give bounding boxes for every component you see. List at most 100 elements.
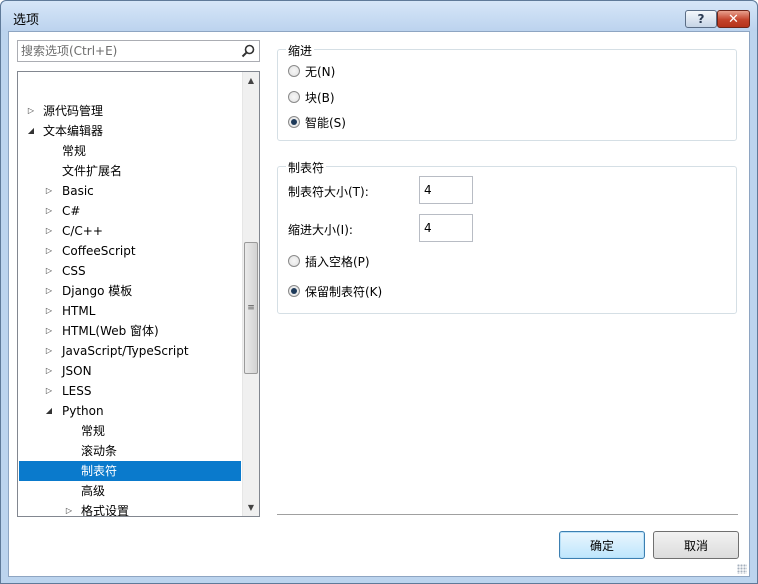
radio-label: 插入空格(P) — [305, 254, 370, 269]
indent-smart-radio[interactable]: 智能(S) — [288, 113, 346, 131]
tree-item[interactable]: 高级 — [19, 481, 241, 501]
indent-group: 缩进 无(N) 块(B) 智能(S) — [277, 42, 737, 141]
tree-item-label: HTML — [62, 304, 96, 318]
radio-button[interactable] — [288, 116, 300, 128]
expanded-arrow-icon[interactable]: ◢ — [43, 401, 55, 421]
tree-item[interactable]: 常规 — [19, 141, 241, 161]
collapsed-arrow-icon[interactable]: ▷ — [43, 281, 55, 301]
collapsed-arrow-icon[interactable]: ▷ — [43, 261, 55, 281]
tree-item[interactable]: 文件扩展名 — [19, 161, 241, 181]
tree-item-label: LESS — [62, 384, 92, 398]
collapsed-arrow-icon[interactable]: ▷ — [43, 321, 55, 341]
tabs-group-title: 制表符 — [286, 159, 327, 176]
collapsed-arrow-icon[interactable]: ▷ — [43, 181, 55, 201]
tree-item[interactable]: ▷ CoffeeScript — [19, 241, 241, 261]
tree-item[interactable]: ▷ C/C++ — [19, 221, 241, 241]
tree-item[interactable]: ▷ HTML — [19, 301, 241, 321]
tree-item[interactable]: ◢ Python — [19, 401, 241, 421]
indent-none-radio[interactable]: 无(N) — [288, 62, 335, 80]
tree-item[interactable]: ▷ 源代码管理 — [19, 101, 241, 121]
collapsed-arrow-icon[interactable]: ▷ — [43, 341, 55, 361]
dialog-body: ▷源代码管理◢文本编辑器常规文件扩展名▷Basic▷C#▷C/C++▷Coffe… — [8, 31, 750, 577]
tree-item-label: 源代码管理 — [43, 104, 104, 118]
radio-label: 保留制表符(K) — [305, 284, 383, 299]
help-button[interactable]: ? — [685, 10, 717, 28]
tree-item-label: C# — [62, 204, 81, 218]
tree-item-label: 格式设置 — [81, 504, 130, 517]
tree-item-label: 滚动条 — [81, 444, 118, 458]
tree-item[interactable]: ▷ C# — [19, 201, 241, 221]
collapsed-arrow-icon[interactable]: ▷ — [43, 381, 55, 401]
tree-item[interactable]: ▷ CSS — [19, 261, 241, 281]
tree-item-label: Django 模板 — [62, 284, 133, 298]
tree-item[interactable]: ▷ 格式设置 — [19, 501, 241, 517]
tree-item-label: 文本编辑器 — [43, 124, 104, 138]
tree-item-label: JavaScript/TypeScript — [62, 344, 189, 358]
tree-item[interactable]: ◢ 文本编辑器 — [19, 121, 241, 141]
tree-item[interactable]: ▷ LESS — [19, 381, 241, 401]
indent-size-input[interactable] — [419, 214, 473, 242]
ok-button[interactable]: 确定 — [559, 531, 645, 559]
tree-item[interactable]: ▷ Django 模板 — [19, 281, 241, 301]
tree-item-label: CoffeeScript — [62, 244, 136, 258]
indent-group-title: 缩进 — [286, 42, 315, 59]
tree-item-label: HTML(Web 窗体) — [62, 324, 159, 338]
collapsed-arrow-icon[interactable]: ▷ — [43, 201, 55, 221]
radio-label: 无(N) — [305, 64, 336, 79]
expanded-arrow-icon[interactable]: ◢ — [25, 121, 37, 141]
tab-size-label: 制表符大小(T): — [288, 185, 369, 199]
indent-block-radio[interactable]: 块(B) — [288, 88, 335, 106]
cancel-button[interactable]: 取消 — [653, 531, 739, 559]
options-dialog: 选项 ? ✕ ▷源代码管理◢文本编辑器常规文件扩展名▷Basic▷C#▷C/C+… — [0, 0, 758, 584]
tree-item[interactable]: ▷ HTML(Web 窗体) — [19, 321, 241, 341]
tree-item-label: 常规 — [81, 424, 106, 438]
scroll-up-arrow-icon[interactable]: ▲ — [243, 72, 259, 89]
title-bar[interactable]: 选项 ? ✕ — [1, 1, 757, 31]
footer-separator — [277, 514, 738, 515]
tree-item[interactable]: ▷ Basic — [19, 181, 241, 201]
insert-spaces-radio[interactable]: 插入空格(P) — [288, 252, 370, 270]
tree-item[interactable]: 常规 — [19, 421, 241, 441]
collapsed-arrow-icon[interactable]: ▷ — [43, 221, 55, 241]
help-icon: ? — [697, 12, 705, 26]
tree-item-label: 常规 — [62, 144, 87, 158]
tree-scrollbar[interactable]: ▲ ≡ ▼ — [242, 72, 259, 516]
keep-tabs-radio[interactable]: 保留制表符(K) — [288, 282, 382, 300]
tree-item-label: Basic — [62, 184, 94, 198]
tree-item[interactable]: 滚动条 — [19, 441, 241, 461]
tree-item-label: 高级 — [81, 484, 106, 498]
radio-label: 智能(S) — [305, 115, 346, 130]
close-button[interactable]: ✕ — [717, 10, 750, 28]
collapsed-arrow-icon[interactable]: ▷ — [43, 301, 55, 321]
radio-button[interactable] — [288, 285, 300, 297]
collapsed-arrow-icon[interactable]: ▷ — [25, 101, 37, 121]
collapsed-arrow-icon[interactable]: ▷ — [63, 501, 75, 516]
tree-item[interactable]: ▷ JavaScript/TypeScript — [19, 341, 241, 361]
scroll-down-arrow-icon[interactable]: ▼ — [243, 499, 259, 516]
resize-grip-icon[interactable] — [737, 564, 747, 574]
tree-item-label: Python — [62, 404, 104, 418]
collapsed-arrow-icon[interactable]: ▷ — [43, 361, 55, 381]
tree-item[interactable]: 制表符 — [19, 461, 241, 481]
tree-item-label: 制表符 — [81, 464, 118, 478]
tab-size-input[interactable] — [419, 176, 473, 204]
search-input[interactable] — [21, 42, 231, 60]
radio-button[interactable] — [288, 255, 300, 267]
tabs-group: 制表符 制表符大小(T): 缩进大小(I): 插入空格(P) 保留制表符(K) — [277, 159, 737, 314]
search-icon[interactable] — [241, 44, 255, 58]
search-box[interactable] — [17, 40, 260, 62]
radio-button[interactable] — [288, 65, 300, 77]
tree-item-label: JSON — [62, 364, 92, 378]
tree-item-label: 文件扩展名 — [62, 164, 123, 178]
radio-button[interactable] — [288, 91, 300, 103]
collapsed-arrow-icon[interactable]: ▷ — [43, 241, 55, 261]
indent-size-label: 缩进大小(I): — [288, 223, 353, 237]
tree-item-label: C/C++ — [62, 224, 103, 238]
options-tree[interactable]: ▷ 源代码管理 ◢ 文本编辑器 常规 文件扩展名 ▷ Basic ▷ C# ▷ C/C++ ▷ Coffe… — [17, 71, 260, 517]
scroll-thumb[interactable]: ≡ — [244, 242, 258, 374]
radio-label: 块(B) — [305, 90, 335, 105]
close-icon: ✕ — [728, 11, 739, 27]
tree-item-label: CSS — [62, 264, 86, 278]
tree-item[interactable]: ▷ JSON — [19, 361, 241, 381]
dialog-title: 选项 — [13, 13, 40, 28]
